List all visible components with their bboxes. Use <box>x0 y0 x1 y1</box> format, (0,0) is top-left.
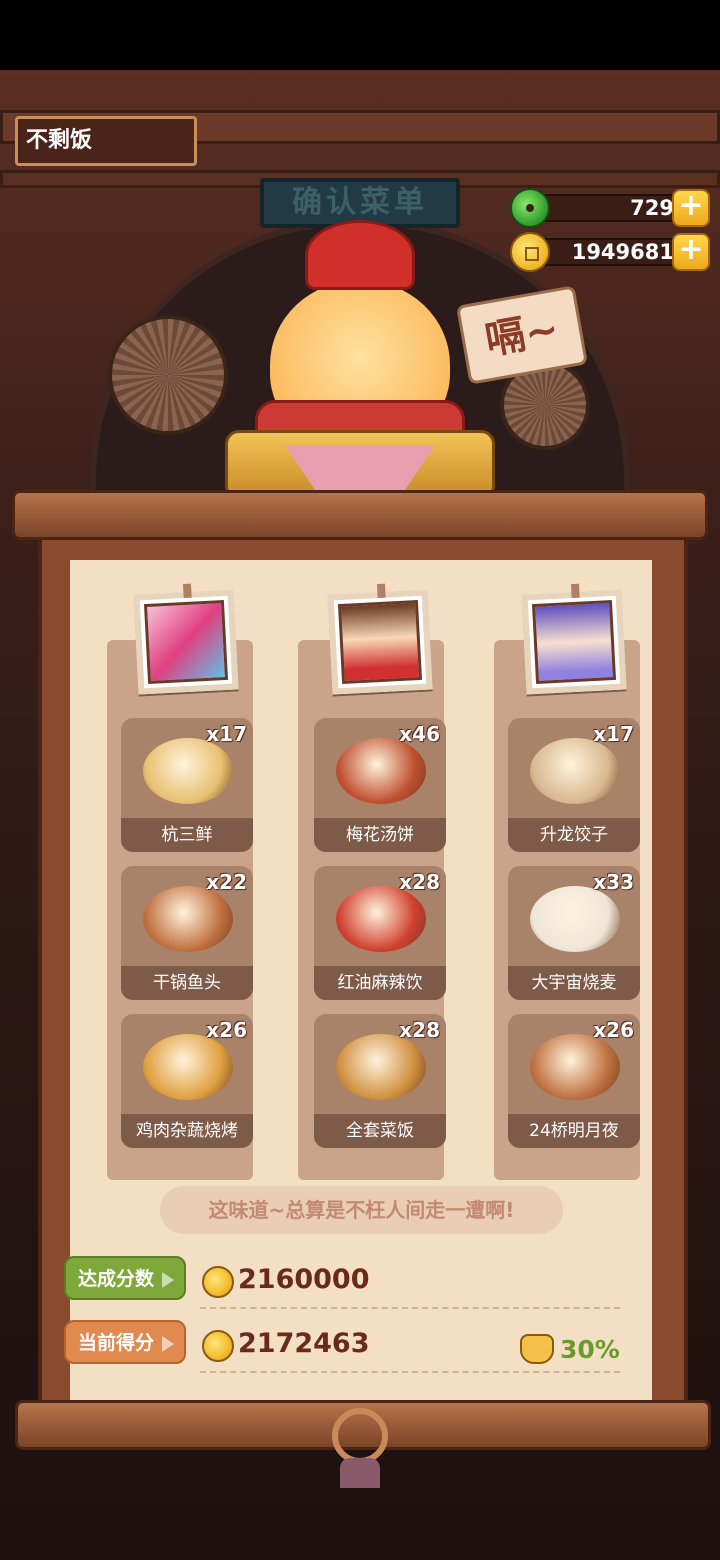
add-jade-button[interactable]: + <box>672 189 710 227</box>
dish-card[interactable]: x26 鸡肉杂蔬烧烤 <box>121 1014 253 1148</box>
avatar <box>531 599 617 685</box>
dish-card[interactable]: x46 梅花汤饼 <box>314 718 446 852</box>
status-bar <box>0 0 720 70</box>
customer-portrait-3[interactable] <box>521 583 627 695</box>
dish-image-icon <box>336 738 426 804</box>
dish-image-icon <box>143 1034 233 1100</box>
dish-count: x22 <box>206 870 247 894</box>
dish-name: 升龙饺子 <box>508 818 640 852</box>
bonus-indicator: 30% <box>520 1330 620 1370</box>
pin-icon <box>570 583 580 599</box>
dish-name: 杭三鲜 <box>121 818 253 852</box>
dish-name: 24桥明月夜 <box>508 1114 640 1148</box>
pin-icon <box>182 583 192 599</box>
scroll-rod-top <box>12 490 708 540</box>
character-hat-icon <box>305 220 415 290</box>
dish-image-icon <box>336 886 426 952</box>
dish-card[interactable]: x28 红油麻辣饮 <box>314 866 446 1000</box>
dish-image-icon <box>336 1034 426 1100</box>
coin-counter: 1949681 + <box>510 232 710 272</box>
knot-ring <box>332 1408 388 1464</box>
dish-count: x28 <box>399 870 440 894</box>
dish-image-icon <box>530 886 620 952</box>
jade-icon <box>510 188 550 228</box>
dish-count: x26 <box>593 1018 634 1042</box>
dish-count: x17 <box>593 722 634 746</box>
dish-card[interactable]: x22 干锅鱼头 <box>121 866 253 1000</box>
coin-icon <box>510 232 550 272</box>
jade-amount: 729 <box>532 194 692 222</box>
dish-image-icon <box>143 886 233 952</box>
customer-portrait-2[interactable] <box>327 583 433 695</box>
dish-count: x28 <box>399 1018 440 1042</box>
dish-count: x33 <box>593 870 634 894</box>
dish-count: x26 <box>206 1018 247 1042</box>
avatar <box>143 599 229 685</box>
dish-name: 大宇宙烧麦 <box>508 966 640 1000</box>
dish-name: 梅花汤饼 <box>314 818 446 852</box>
divider <box>200 1371 620 1373</box>
restaurant-name[interactable]: 不剩饭 <box>15 116 197 166</box>
knot-tassel <box>340 1458 380 1488</box>
customer-comment: 这味道~总算是不枉人间走一遭啊! <box>160 1186 563 1234</box>
dish-card[interactable]: x17 升龙饺子 <box>508 718 640 852</box>
target-score-value: 2160000 <box>202 1260 370 1300</box>
dish-count: x17 <box>206 722 247 746</box>
pin-icon <box>376 583 386 599</box>
dish-card[interactable]: x33 大宇宙烧麦 <box>508 866 640 1000</box>
dish-image-icon <box>143 738 233 804</box>
dish-card[interactable]: x26 24桥明月夜 <box>508 1014 640 1148</box>
current-score-label: 当前得分 <box>64 1320 186 1364</box>
dish-count: x46 <box>399 722 440 746</box>
divider <box>200 1307 620 1309</box>
fan-left-icon <box>108 315 228 435</box>
coin-amount: 1949681 <box>532 238 692 266</box>
current-score-value: 2172463 <box>202 1324 370 1364</box>
piggy-bank-icon <box>520 1334 554 1364</box>
dish-card[interactable]: x28 全套菜饭 <box>314 1014 446 1148</box>
chinese-knot-icon[interactable] <box>322 1408 398 1488</box>
dish-name: 鸡肉杂蔬烧烤 <box>121 1114 253 1148</box>
dish-image-icon <box>530 738 620 804</box>
target-score-label: 达成分数 <box>64 1256 186 1300</box>
add-coin-button[interactable]: + <box>672 233 710 271</box>
dish-name: 红油麻辣饮 <box>314 966 446 1000</box>
bonus-percent: 30% <box>560 1335 620 1364</box>
avatar <box>337 599 423 685</box>
dish-image-icon <box>530 1034 620 1100</box>
dish-name: 干锅鱼头 <box>121 966 253 1000</box>
dish-name: 全套菜饭 <box>314 1114 446 1148</box>
dish-card[interactable]: x17 杭三鲜 <box>121 718 253 852</box>
customer-portrait-1[interactable] <box>133 583 239 695</box>
jade-counter: 729 + <box>510 188 710 228</box>
